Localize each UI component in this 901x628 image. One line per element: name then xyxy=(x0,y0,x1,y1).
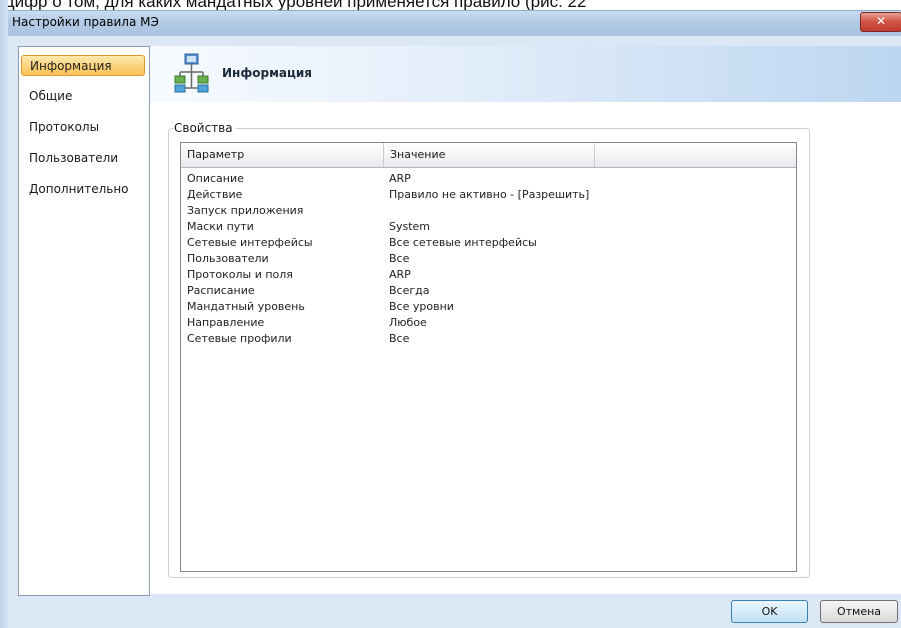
title-bar[interactable]: Настройки правила МЭ ✕ xyxy=(8,10,901,37)
properties-group-label: Свойства xyxy=(174,121,236,135)
table-row[interactable]: Протоколы и поля ARP xyxy=(181,267,796,283)
table-row[interactable]: Сетевые профили Все xyxy=(181,331,796,347)
table-row[interactable]: Сетевые интерфейсы Все сетевые интерфейсы xyxy=(181,235,796,251)
sidebar-item-label: Информация xyxy=(30,59,112,73)
table-row[interactable]: Расписание Всегда xyxy=(181,283,796,299)
table-row[interactable]: Действие Правило не активно - [Разрешить] xyxy=(181,187,796,203)
table-header: Параметр Значение xyxy=(181,143,796,168)
sidebar-item-users[interactable]: Пользователи xyxy=(21,148,145,169)
column-header-value[interactable]: Значение xyxy=(384,143,595,167)
sidebar-item-general[interactable]: Общие xyxy=(21,86,145,107)
sidebar-item-label: Общие xyxy=(29,89,73,103)
sidebar-item-info[interactable]: Информация xyxy=(21,55,145,76)
cancel-button[interactable]: Отмена xyxy=(820,600,898,623)
content-panel: Информация Свойства Параметр Значение Оп… xyxy=(150,46,901,594)
close-icon: ✕ xyxy=(875,14,887,28)
sidebar-item-label: Протоколы xyxy=(29,120,100,134)
table-row[interactable]: Запуск приложения xyxy=(181,203,796,219)
sidebar-item-protocols[interactable]: Протоколы xyxy=(21,117,145,138)
section-header: Информация xyxy=(150,46,901,102)
network-icon xyxy=(174,52,210,97)
ok-button[interactable]: OK xyxy=(731,600,808,623)
section-title: Информация xyxy=(222,66,312,80)
sidebar-item-label: Дополнительно xyxy=(29,182,129,196)
table-row[interactable]: Описание ARP xyxy=(181,171,796,187)
column-header-empty[interactable] xyxy=(595,143,796,167)
column-header-parameter[interactable]: Параметр xyxy=(181,143,384,167)
table-row[interactable]: Мандатный уровень Все уровни xyxy=(181,299,796,315)
table-row[interactable]: Направление Любое xyxy=(181,315,796,331)
close-button[interactable]: ✕ xyxy=(860,12,901,32)
sidebar-item-label: Пользователи xyxy=(29,151,119,165)
sidebar-nav: Информация Общие Протоколы Пользователи … xyxy=(18,46,150,596)
table-rows: Описание ARP Действие Правило не активно -… xyxy=(181,171,796,347)
window-left-border xyxy=(0,0,8,628)
window-title: Настройки правила МЭ xyxy=(12,15,159,29)
table-row[interactable]: Пользователи Все xyxy=(181,251,796,267)
properties-table: Параметр Значение Описание ARP Действие Пр… xyxy=(180,142,797,572)
sidebar-item-advanced[interactable]: Дополнительно xyxy=(21,179,145,200)
table-row[interactable]: Маски пути System xyxy=(181,219,796,235)
